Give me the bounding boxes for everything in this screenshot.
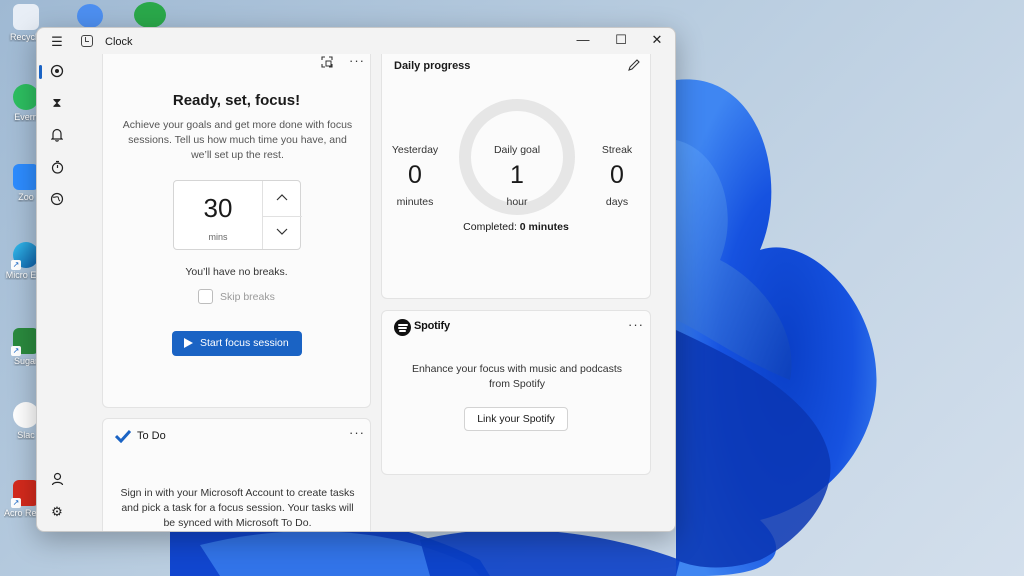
maximize-button[interactable]: ☐ xyxy=(603,28,639,54)
close-button[interactable]: ✕ xyxy=(639,28,675,54)
yesterday-unit: minutes xyxy=(396,196,434,208)
minutes-stepper[interactable]: 30 mins xyxy=(173,180,302,250)
todo-card: To Do ··· Sign in with your Microsoft Ac… xyxy=(102,418,371,531)
window-title: Clock xyxy=(105,36,133,48)
title-bar[interactable]: Clock — ☐ ✕ xyxy=(37,28,675,54)
bell-icon[interactable] xyxy=(45,123,69,147)
play-icon xyxy=(184,338,193,348)
clock-window: ☰ ⧗ ⚙ Clock — ☐ ✕ ··· Ready, set, focus!… xyxy=(36,27,676,532)
todo-check-icon xyxy=(115,429,131,443)
focus-title: Ready, set, focus! xyxy=(172,92,301,109)
streak-label: Streak xyxy=(601,144,633,156)
daily-goal-value: 1 xyxy=(510,161,524,189)
minutes-value[interactable]: 30 xyxy=(174,193,262,224)
desktop-heart-app-icon[interactable] xyxy=(77,4,103,28)
stopwatch-icon[interactable] xyxy=(45,155,69,179)
completed-value: 0 minutes xyxy=(519,221,569,233)
globe-icon[interactable] xyxy=(45,187,69,211)
spotify-icon xyxy=(394,319,411,336)
yesterday-label: Yesterday xyxy=(391,144,439,156)
link-spotify-button[interactable]: Link your Spotify xyxy=(464,407,568,431)
chevron-up-icon xyxy=(276,194,288,201)
focus-description: Achieve your goals and get more done wit… xyxy=(122,119,353,161)
increment-button[interactable] xyxy=(263,181,301,215)
recycle-bin-icon xyxy=(13,4,39,30)
minimize-button[interactable]: — xyxy=(565,28,601,54)
desktop-send-app-icon[interactable] xyxy=(134,2,166,28)
gear-icon[interactable]: ⚙ xyxy=(45,500,69,524)
todo-title: To Do xyxy=(137,430,166,442)
spotify-description: Enhance your focus with music and podcas… xyxy=(411,363,623,390)
decrement-button[interactable] xyxy=(263,216,301,250)
navigation-rail: ☰ ⧗ ⚙ xyxy=(37,28,77,531)
daily-progress-card: Daily progress Yesterday 0 minutes Daily… xyxy=(381,54,651,299)
focus-more-button[interactable]: ··· xyxy=(349,54,365,68)
focus-sessions-page: ··· Ready, set, focus! Achieve your goal… xyxy=(77,54,675,531)
completed-prefix: Completed: xyxy=(463,221,517,233)
focus-icon[interactable] xyxy=(45,59,69,83)
active-indicator xyxy=(39,65,42,79)
todo-more-button[interactable]: ··· xyxy=(349,425,365,440)
skip-breaks-label[interactable]: Skip breaks xyxy=(220,291,275,303)
streak-value: 0 xyxy=(610,161,624,189)
start-focus-session-button[interactable]: Start focus session xyxy=(172,331,302,356)
daily-goal-unit: hour xyxy=(506,196,528,208)
clock-app-icon xyxy=(81,35,93,47)
todo-description: Sign in with your Microsoft Account to c… xyxy=(120,487,355,529)
skip-breaks-checkbox[interactable] xyxy=(198,289,213,304)
streak-unit: days xyxy=(605,196,629,208)
breaks-info: You’ll have no breaks. xyxy=(185,266,288,278)
completed-summary: Completed: 0 minutes xyxy=(382,221,650,233)
hourglass-icon[interactable]: ⧗ xyxy=(45,91,69,115)
spotify-wordmark: Spotify xyxy=(414,320,450,332)
start-focus-session-label: Start focus session xyxy=(200,337,289,349)
chevron-down-icon xyxy=(276,228,288,235)
daily-progress-title: Daily progress xyxy=(394,60,471,72)
spotify-card: Spotify ··· Enhance your focus with musi… xyxy=(381,310,651,475)
compact-overlay-icon[interactable] xyxy=(321,55,333,68)
spotify-more-button[interactable]: ··· xyxy=(628,317,644,332)
person-icon[interactable] xyxy=(45,467,69,491)
focus-card: ··· Ready, set, focus! Achieve your goal… xyxy=(102,54,371,408)
minutes-unit: mins xyxy=(208,232,228,242)
daily-goal-label: Daily goal xyxy=(493,144,541,156)
yesterday-value: 0 xyxy=(408,161,422,189)
edit-icon[interactable] xyxy=(627,58,641,72)
